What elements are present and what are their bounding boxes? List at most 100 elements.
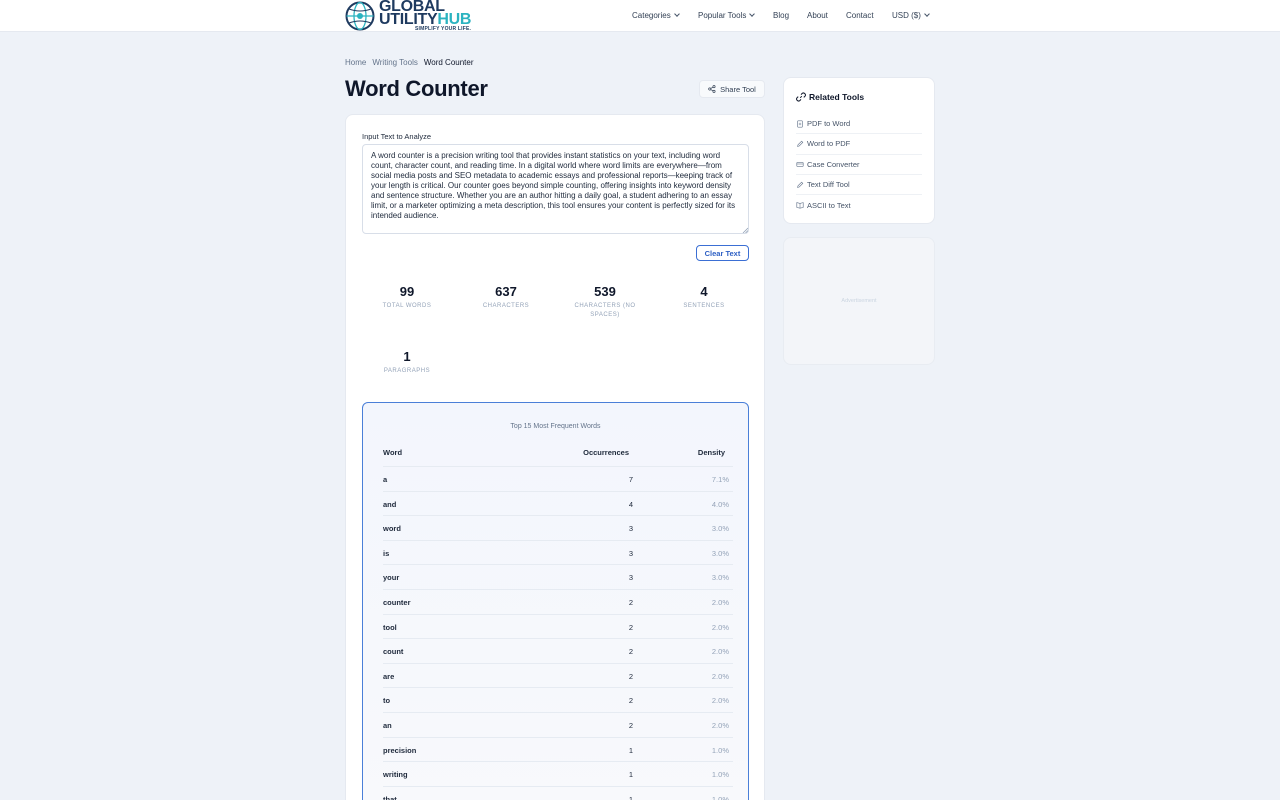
cell-word: is [383,548,390,558]
related-tool-link[interactable]: ASCII to Text [796,195,922,215]
cell-occurrences: 2 [628,671,633,681]
cell-word: an [383,720,392,730]
cell-occurrences: 3 [628,548,633,558]
nav-blog[interactable]: Blog [773,11,789,20]
cell-word: counter [383,597,411,607]
cell-density: 2.0% [711,720,729,730]
stat-total-words: 99 TOTAL WORDS [362,284,452,311]
nav-label: USD ($) [892,11,921,20]
table-row: tool 2 2.0% [383,613,733,639]
cell-word: that [383,794,397,800]
related-tool-link[interactable]: Case Converter [796,155,922,175]
cell-occurrences: 2 [628,696,633,706]
cell-density: 3.0% [711,524,729,534]
nav-label: About [807,11,828,20]
advertisement-slot: Advertisement [783,237,935,365]
cell-word: word [383,524,401,534]
table-row: to 2 2.0% [383,687,733,712]
table-row: are 2 2.0% [383,662,733,688]
cell-word: count [383,647,404,657]
related-tool-label: ASCII to Text [807,200,851,210]
stat-value: 4 [700,284,708,299]
stat-value: 637 [495,284,517,299]
table-row: count 2 2.0% [383,638,733,663]
cell-word: your [383,573,400,583]
header-occurrences: Occurrences [583,448,629,457]
text-input-area[interactable]: A word counter is a precision writing to… [362,144,749,234]
logo-wordmark: GLOBAL UTILITYHUB SIMPLIFY YOUR LIFE. [379,0,471,32]
stat-label: SENTENCES [683,303,725,309]
cell-density: 7.1% [711,475,729,484]
cell-density: 2.0% [711,597,729,607]
stat-label: TOTAL WORDS [382,303,432,309]
cell-density: 2.0% [711,696,729,706]
cell-occurrences: 2 [628,622,633,632]
header-word: Word [383,448,403,457]
nav-categories[interactable]: Categories [632,11,680,20]
currency-selector[interactable]: USD ($) [892,11,930,20]
related-tool-label: Case Converter [807,159,860,169]
stat-value: 1 [403,349,411,364]
frequency-panel: Top 15 Most Frequent Words Word Occurren… [362,402,749,800]
cell-density: 2.0% [711,622,729,632]
header-density: Density [697,448,725,457]
breadcrumb: Home Writing Tools Word Counter [345,58,474,67]
breadcrumb-writing-tools[interactable]: Writing Tools [372,58,418,67]
breadcrumb-home[interactable]: Home [345,58,366,67]
table-row: precision 1 1.0% [383,736,733,762]
table-row: counter 2 2.0% [383,588,733,614]
cell-occurrences: 7 [628,475,633,484]
cell-density: 1.0% [711,770,729,780]
cell-word: writing [383,770,408,780]
word-counter-card: Input Text to Analyze A word counter is … [345,114,765,800]
nav-contact[interactable]: Contact [846,11,874,20]
cell-occurrences: 3 [628,524,633,534]
cell-occurrences: 1 [628,770,633,780]
share-icon [708,85,716,93]
cell-word: a [383,475,388,484]
share-tool-button[interactable]: Share Tool [699,80,765,98]
stat-paragraphs: 1 PARAGRAPHS [362,349,452,376]
related-tools-heading: Related Tools [796,92,864,102]
related-tool-link[interactable]: Text Diff Tool [796,175,922,196]
cell-occurrences: 3 [628,573,633,583]
globe-logo-icon [345,1,375,31]
nav-about[interactable]: About [807,11,828,20]
resize-grip-icon[interactable] [742,227,748,233]
cell-density: 3.0% [711,548,729,558]
table-row: your 3 3.0% [383,564,733,589]
stat-label: CHARACTERS [482,303,530,309]
page-title: Word Counter [345,76,488,101]
cell-occurrences: 1 [628,745,633,755]
cell-word: precision [383,745,417,755]
stat-value: 99 [399,284,415,299]
chevron-down-icon [749,11,756,17]
stat-characters: 637 CHARACTERS [461,284,551,311]
breadcrumb-current: Word Counter [423,58,474,67]
document-icon [797,120,803,128]
table-row: that 1 1.0% [383,785,733,800]
related-tool-link[interactable]: PDF to Word [796,114,922,135]
cell-word: tool [383,622,397,632]
related-tools-list: PDF to Word Word to PDF Case Converter Text… [796,114,922,215]
related-tool-label: PDF to Word [807,119,851,129]
related-tools-card: Related Tools PDF to Word Word to PDF Case… [783,77,935,224]
nav-label: Contact [846,11,874,20]
cell-occurrences: 2 [628,720,633,730]
site-logo[interactable]: GLOBAL UTILITYHUB SIMPLIFY YOUR LIFE. [345,0,471,32]
table-row: an 2 2.0% [383,711,733,737]
stat-characters-no-spaces: 539 CHARACTERS (NO SPACES) [560,284,650,320]
nav-label: Popular Tools [698,11,747,20]
related-tool-link[interactable]: Word to PDF [796,134,922,155]
nav-label: Blog [773,11,790,20]
cell-density: 2.0% [711,647,729,657]
clear-text-button[interactable]: Clear Text [696,245,749,261]
related-tool-label: Word to PDF [807,139,851,149]
nav-popular-tools[interactable]: Popular Tools [698,11,756,20]
table-row: writing 1 1.0% [383,761,733,786]
frequency-table-header: Word Occurrences Density [383,448,729,466]
cell-occurrences: 1 [628,794,633,800]
cell-word: are [383,671,395,681]
cell-word: and [383,499,397,509]
cell-occurrences: 2 [628,597,633,607]
